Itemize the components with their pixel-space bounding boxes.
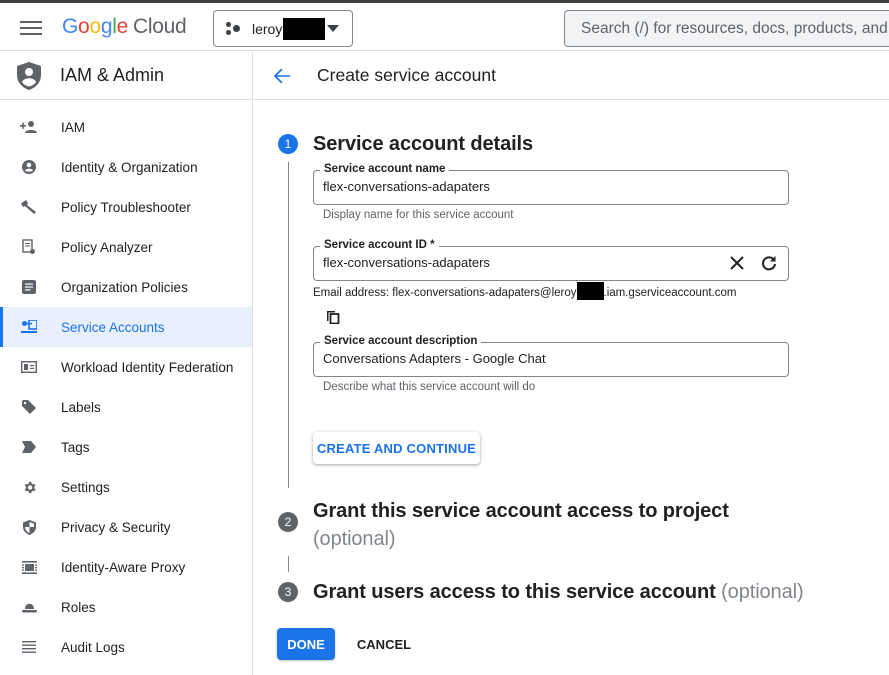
sidebar-nav: IAM Identity & Organization Policy Troub… (0, 107, 252, 667)
wrench-icon (20, 198, 38, 216)
service-account-id-field[interactable]: Service account ID * (313, 239, 789, 281)
sidebar-item-audit-logs[interactable]: Audit Logs (0, 627, 252, 667)
step-2-title[interactable]: Grant this service account access to pro… (313, 497, 733, 553)
clear-icon[interactable] (728, 254, 746, 272)
back-arrow-icon[interactable] (272, 66, 292, 86)
project-picker[interactable]: leroy (213, 10, 353, 47)
sidebar-header: IAM & Admin (0, 52, 252, 100)
id-card-icon (20, 358, 38, 376)
service-account-name-label: Service account name (320, 163, 450, 175)
service-account-id-input[interactable] (323, 255, 723, 270)
project-name: leroy (252, 20, 283, 37)
page-title: Create service account (317, 65, 496, 85)
list-lines-icon (20, 638, 38, 656)
label-tag-icon (20, 398, 38, 416)
sidebar-item-identity-organization[interactable]: Identity & Organization (0, 147, 252, 187)
email-address: Email address: flex-conversations-adapat… (313, 282, 736, 300)
create-and-continue-button[interactable]: CREATE AND CONTINUE (313, 432, 480, 464)
redacted-block (283, 17, 326, 40)
sidebar-item-tags[interactable]: Tags (0, 427, 252, 467)
sidebar-item-policy-analyzer[interactable]: Policy Analyzer (0, 227, 252, 267)
service-account-description-input[interactable] (323, 351, 723, 366)
sidebar-item-policy-troubleshooter[interactable]: Policy Troubleshooter (0, 187, 252, 227)
sidebar-item-organization-policies[interactable]: Organization Policies (0, 267, 252, 307)
sidebar-item-service-accounts[interactable]: Service Accounts (0, 307, 252, 347)
gear-icon (20, 478, 38, 496)
service-account-description-hint: Describe what this service account will … (323, 381, 536, 393)
sidebar: IAM & Admin IAM Identity & Organization … (0, 52, 253, 675)
step-connector-2 (288, 556, 289, 572)
step-2-number: 2 (278, 512, 298, 532)
done-button[interactable]: DONE (277, 628, 335, 660)
service-account-name-field[interactable]: Service account name (313, 163, 789, 205)
step-1-number: 1 (278, 134, 298, 154)
redacted-block (576, 282, 604, 300)
sidebar-item-settings[interactable]: Settings (0, 467, 252, 507)
page-header: Create service account (254, 52, 889, 100)
step-3-number: 3 (278, 582, 298, 602)
service-account-id-label: Service account ID * (320, 239, 439, 251)
service-account-icon (20, 318, 38, 336)
step-1-title[interactable]: Service account details (313, 133, 533, 156)
sidebar-item-privacy-security[interactable]: Privacy & Security (0, 507, 252, 547)
sidebar-item-labels[interactable]: Labels (0, 387, 252, 427)
proxy-icon (20, 558, 38, 576)
google-cloud-logo[interactable]: Google Cloud (62, 15, 187, 39)
search-input[interactable]: Search (/) for resources, docs, products… (564, 10, 889, 47)
project-hierarchy-icon (226, 21, 242, 36)
step-3-title[interactable]: Grant users access to this service accou… (313, 581, 804, 604)
account-circle-icon (20, 158, 38, 176)
copy-icon[interactable] (326, 310, 340, 324)
service-account-description-label: Service account description (320, 335, 482, 347)
menu-icon[interactable] (20, 17, 42, 37)
service-account-name-input[interactable] (323, 179, 723, 194)
iam-shield-icon (17, 61, 41, 90)
cancel-button[interactable]: CANCEL (350, 628, 418, 660)
service-account-description-field[interactable]: Service account description (313, 335, 789, 377)
refresh-icon[interactable] (760, 254, 778, 272)
sidebar-item-iam[interactable]: IAM (0, 107, 252, 147)
step-connector-1 (288, 162, 289, 488)
person-add-icon (20, 118, 38, 136)
shield-icon (20, 518, 38, 536)
sidebar-item-roles[interactable]: Roles (0, 587, 252, 627)
chevron-down-icon (327, 25, 340, 32)
tag-arrow-icon (20, 438, 38, 456)
sidebar-item-workload-identity-federation[interactable]: Workload Identity Federation (0, 347, 252, 387)
sidebar-item-identity-aware-proxy[interactable]: Identity-Aware Proxy (0, 547, 252, 587)
document-search-icon (20, 238, 38, 256)
list-document-icon (20, 278, 38, 296)
hat-icon (20, 598, 38, 616)
top-bar: Google Cloud leroy Search (/) for resourc… (0, 3, 889, 51)
sidebar-title: IAM & Admin (60, 65, 165, 85)
service-account-name-hint: Display name for this service account (323, 209, 514, 221)
